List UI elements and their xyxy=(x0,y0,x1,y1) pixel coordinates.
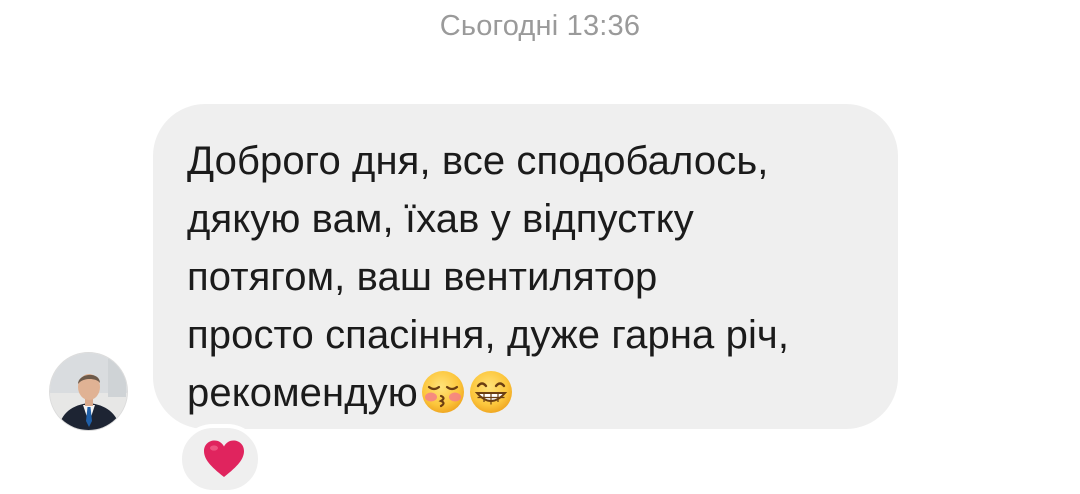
avatar-photo xyxy=(50,353,127,430)
sender-avatar[interactable] xyxy=(49,352,128,431)
grinning-face-emoji xyxy=(469,371,512,413)
red-heart-icon xyxy=(204,440,244,477)
kissing-face-with-closed-eyes-emoji xyxy=(421,371,464,413)
message-reaction[interactable] xyxy=(178,424,262,494)
message-bubble[interactable]: Доброго дня, все сподобалось, дякую вам,… xyxy=(153,104,898,429)
message-body: Доброго дня, все сподобалось, дякую вам,… xyxy=(187,132,868,422)
message-timestamp: Сьогодні 13:36 xyxy=(439,10,641,42)
